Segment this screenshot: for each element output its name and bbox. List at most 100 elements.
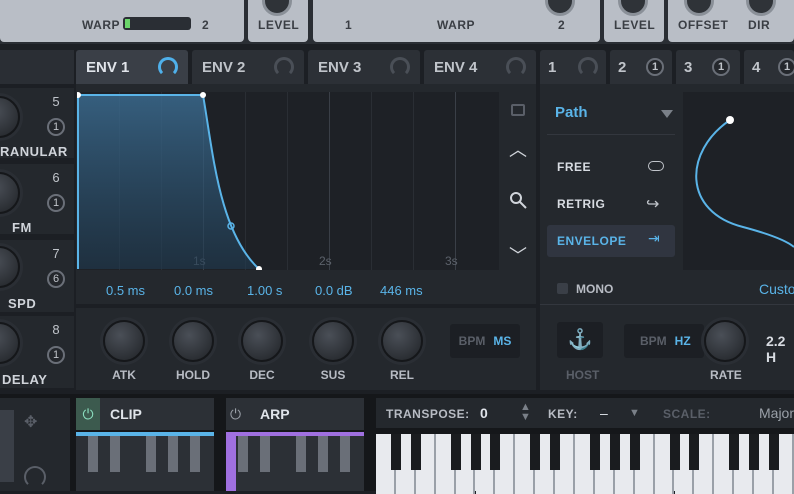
left-module-6[interactable]: 6 1 FM xyxy=(0,164,74,235)
tab-env1[interactable]: ENV 1 xyxy=(76,50,188,84)
black-key[interactable] xyxy=(550,434,561,470)
hold-knob[interactable] xyxy=(172,320,214,362)
tab-lfo4[interactable]: 41 xyxy=(744,50,794,84)
bpm-hz-toggle[interactable]: BPM HZ xyxy=(624,324,704,358)
envelope-option[interactable]: ENVELOPE xyxy=(557,234,626,248)
scale-value[interactable]: Major xyxy=(759,405,794,421)
envelope-icon: ⇥ xyxy=(648,230,660,246)
release-value[interactable]: 446 ms xyxy=(380,283,423,298)
warp-slider[interactable] xyxy=(123,17,191,30)
dir-knob[interactable] xyxy=(746,0,776,16)
black-key[interactable] xyxy=(749,434,760,470)
level-knob-2[interactable] xyxy=(618,0,648,16)
env-ring-icon xyxy=(158,57,178,77)
black-key[interactable] xyxy=(450,434,461,470)
zoom-icon[interactable] xyxy=(508,190,528,210)
move-icon[interactable]: ✥ xyxy=(24,412,37,432)
sustain-value[interactable]: 0.0 dB xyxy=(315,283,353,298)
bpm-ms-toggle[interactable]: BPM MS xyxy=(450,324,520,358)
hz-option[interactable]: HZ xyxy=(675,334,691,348)
chevron-down-icon[interactable]: ﹀ xyxy=(509,242,527,268)
level-knob[interactable] xyxy=(262,0,292,16)
black-key[interactable] xyxy=(470,434,481,470)
module-knob[interactable] xyxy=(0,96,20,138)
piano-keyboard[interactable] xyxy=(376,434,794,494)
rate-value[interactable]: 2.2 H xyxy=(766,333,794,365)
hold-label: HOLD xyxy=(176,368,210,382)
tab-env2[interactable]: ENV 2 xyxy=(192,50,304,84)
attack-knob[interactable] xyxy=(103,320,145,362)
black-key[interactable] xyxy=(410,434,421,470)
module-knob[interactable] xyxy=(0,172,20,214)
black-key[interactable] xyxy=(629,434,640,470)
scale-label: SCALE: xyxy=(663,407,711,421)
module-number: 8 xyxy=(52,322,60,337)
key-value[interactable]: – xyxy=(600,405,608,421)
transpose-value[interactable]: 0 xyxy=(480,405,488,421)
pitch-wheel[interactable] xyxy=(0,410,14,482)
dropdown-arrow-icon[interactable] xyxy=(661,110,673,118)
ms-option[interactable]: MS xyxy=(493,334,511,348)
tab-lfo2[interactable]: 21 xyxy=(610,50,672,84)
clip-keys[interactable] xyxy=(76,436,214,491)
lfo-curve[interactable] xyxy=(683,92,794,270)
osc-b-level-panel: LEVEL xyxy=(604,0,664,42)
left-module-7[interactable]: 7 6 SPD xyxy=(0,240,74,312)
tab-lfo1[interactable]: 1 xyxy=(540,50,606,84)
graph-tools: ︿ ﹀ xyxy=(500,92,536,270)
release-knob[interactable] xyxy=(381,320,423,362)
rate-knob[interactable] xyxy=(704,320,746,362)
clip-power-icon[interactable]: ⏻ xyxy=(76,398,100,430)
attack-value[interactable]: 0.5 ms xyxy=(106,283,145,298)
lfo-mode-label[interactable]: Path xyxy=(555,104,588,121)
free-option[interactable]: FREE xyxy=(557,160,591,174)
offset-knob[interactable] xyxy=(684,0,714,16)
bpm-option[interactable]: BPM xyxy=(640,334,667,348)
tab-lfo3[interactable]: 31 xyxy=(676,50,740,84)
tab-label: 3 xyxy=(684,58,693,76)
envelope-graph[interactable]: 1s 2s 3s xyxy=(77,92,499,270)
module-label: FM xyxy=(12,220,32,235)
retrig-option[interactable]: RETRIG xyxy=(557,197,605,211)
tab-env4[interactable]: ENV 4 xyxy=(424,50,536,84)
tab-env3[interactable]: ENV 3 xyxy=(308,50,420,84)
chevron-up-icon[interactable]: ︿ xyxy=(509,136,527,162)
mod-ring-icon xyxy=(24,466,46,488)
left-module-8[interactable]: 8 1 DELAY xyxy=(0,316,74,388)
level-label: LEVEL xyxy=(258,18,300,32)
warp-knob[interactable] xyxy=(545,0,575,16)
black-key[interactable] xyxy=(490,434,501,470)
black-key[interactable] xyxy=(729,434,740,470)
black-key[interactable] xyxy=(669,434,680,470)
arp-power-icon[interactable]: ⏻ xyxy=(230,406,241,423)
decay-value[interactable]: 1.00 s xyxy=(247,283,282,298)
module-knob[interactable] xyxy=(0,322,20,364)
decay-knob[interactable] xyxy=(241,320,283,362)
black-key[interactable] xyxy=(589,434,600,470)
hold-point xyxy=(200,92,206,98)
bpm-option[interactable]: BPM xyxy=(459,334,486,348)
lfo-preset-name[interactable]: Custo xyxy=(759,281,794,297)
mono-checkbox[interactable] xyxy=(557,283,568,294)
module-number: 6 xyxy=(52,170,60,185)
black-key[interactable] xyxy=(530,434,541,470)
black-key[interactable] xyxy=(769,434,779,470)
lock-icon[interactable] xyxy=(511,104,525,116)
lfo-graph[interactable] xyxy=(683,92,794,270)
black-key[interactable] xyxy=(609,434,620,470)
sustain-knob[interactable] xyxy=(312,320,354,362)
stepper-icon[interactable]: ▲ ▼ xyxy=(520,402,531,423)
left-module-5[interactable]: 5 1 RANULAR xyxy=(0,88,74,159)
scale-toolbar: TRANSPOSE: 0 ▲ ▼ KEY: – ▼ SCALE: Major xyxy=(376,398,794,428)
tab-label: ENV 2 xyxy=(202,58,246,76)
arp-keys[interactable] xyxy=(226,436,364,491)
key-dropdown-icon[interactable]: ▼ xyxy=(629,407,640,419)
module-knob[interactable] xyxy=(0,246,20,288)
tab-badge: 1 xyxy=(712,58,730,76)
hold-value[interactable]: 0.0 ms xyxy=(174,283,213,298)
black-key[interactable] xyxy=(689,434,700,470)
black-key[interactable] xyxy=(390,434,401,470)
envelope-curve[interactable] xyxy=(77,92,499,270)
free-icon xyxy=(648,161,664,171)
anchor-icon[interactable]: ⚓ xyxy=(557,322,603,358)
